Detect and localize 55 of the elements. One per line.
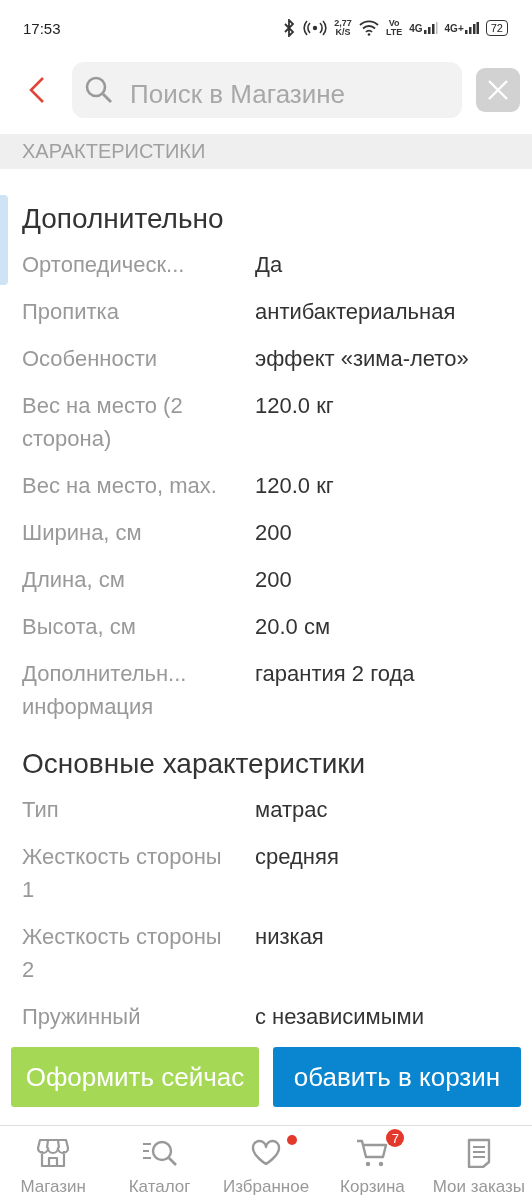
document-icon — [465, 1138, 492, 1168]
checkout-button[interactable]: Оформить сейчас — [11, 1047, 259, 1107]
spec-value: матрас — [255, 796, 328, 824]
wifi-icon — [358, 20, 379, 36]
spec-label: Ортопедическ... — [22, 251, 186, 279]
catalog-search-icon — [141, 1138, 178, 1168]
nav-tab[interactable]: Магазин — [0, 1126, 107, 1200]
spec-label: Дополнительн... информация — [22, 660, 188, 721]
bluetooth-icon — [282, 19, 297, 37]
spec-value: Да — [255, 251, 283, 279]
status-time: 17:53 — [23, 19, 61, 37]
volte-indicator: Vo LTE — [385, 19, 403, 37]
spec-label: Высота, см — [22, 613, 137, 641]
spec-label: Ширина, см — [22, 519, 143, 547]
nav-tab[interactable]: Каталог — [106, 1126, 213, 1200]
spec-value: 200 — [255, 566, 292, 594]
hotspot-icon — [303, 20, 328, 36]
spec-value: низкая — [255, 923, 324, 951]
add-to-cart-button[interactable]: обавить в корзин — [273, 1047, 521, 1107]
spec-value: антибактериальная — [255, 298, 456, 326]
close-icon — [486, 78, 510, 102]
spec-label: Жесткость стороны 2 — [22, 923, 223, 984]
store-icon — [37, 1138, 70, 1168]
spec-label: Длина, см — [22, 566, 126, 594]
spec-value: эффект «зима-лето» — [255, 345, 469, 373]
nav-tab[interactable]: Мои заказы — [425, 1126, 532, 1200]
spec-label: Вес на место (2 сторона) — [22, 392, 184, 453]
spec-label: Жесткость стороны 1 — [22, 843, 223, 904]
spec-value: 20.0 см — [255, 613, 331, 641]
group-title: Основные характеристики — [22, 747, 367, 781]
spec-label: Тип — [22, 796, 60, 824]
nav-tab[interactable]: Избранное — [212, 1126, 320, 1200]
search-icon — [84, 75, 114, 105]
battery-indicator: 72 — [485, 20, 508, 36]
spec-label: Пропитка — [22, 298, 120, 326]
spec-value: 120.0 кг — [255, 392, 334, 420]
signal-indicator: 4G+ — [444, 22, 479, 34]
back-icon[interactable] — [28, 76, 46, 104]
section-title: ХАРАКТЕРИСТИКИ — [22, 140, 206, 163]
spec-label: Пружинный — [22, 1003, 142, 1031]
search-field[interactable]: Поиск в Магазине — [72, 62, 462, 118]
nav-tab[interactable]: 7 Корзина — [319, 1126, 426, 1200]
spec-value: средняя — [255, 843, 339, 871]
signal-indicator: 4G — [409, 22, 438, 34]
heart-icon — [251, 1139, 281, 1167]
network-speed: 2,77 K/S — [334, 19, 352, 37]
spec-value: 120.0 кг — [255, 472, 334, 500]
spec-value: 200 — [255, 519, 292, 547]
cart-count-badge: 7 — [386, 1129, 405, 1147]
group-title: Дополнительно — [22, 202, 225, 236]
spec-value: с независимыми — [255, 1003, 424, 1031]
spec-value: гарантия 2 года — [255, 660, 415, 688]
spec-label: Особенности — [22, 345, 159, 373]
cart-icon — [356, 1138, 389, 1168]
spec-label: Вес на место, max. — [22, 472, 218, 500]
